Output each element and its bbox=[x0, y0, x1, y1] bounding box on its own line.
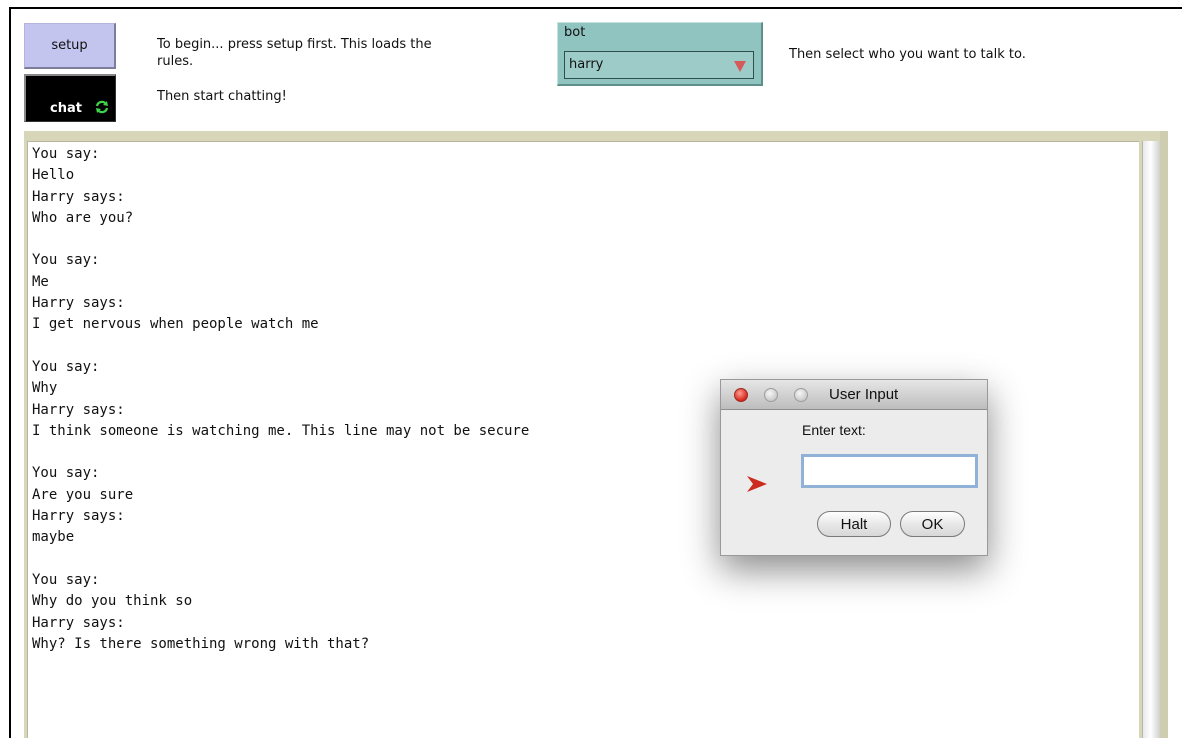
user-input-dialog: User Input Enter text: Halt OK bbox=[720, 379, 988, 556]
setup-instructions: To begin... press setup first. This load… bbox=[157, 37, 432, 69]
transcript-line: I think someone is watching me. This lin… bbox=[32, 422, 530, 439]
transcript-line: You say: bbox=[32, 465, 100, 482]
zoom-icon bbox=[794, 388, 808, 402]
dialog-title: User Input bbox=[829, 386, 899, 403]
transcript-blank-line bbox=[32, 336, 529, 357]
chat-transcript: You say: Hello Harry says: Who are you? You… bbox=[32, 144, 529, 655]
chat-output-panel: You say: Hello Harry says: Who are you? You… bbox=[24, 131, 1168, 738]
transcript-line: Hello bbox=[32, 167, 75, 184]
text-input[interactable] bbox=[801, 454, 978, 488]
halt-button[interactable]: Halt bbox=[817, 511, 891, 537]
transcript-line: Harry says: bbox=[32, 188, 125, 205]
transcript-line: You say: bbox=[32, 571, 100, 588]
transcript-line: You say: bbox=[32, 252, 100, 269]
bot-select[interactable]: harry bbox=[564, 51, 754, 79]
transcript-line: Why do you think so bbox=[32, 593, 193, 610]
panel-edge bbox=[1160, 131, 1168, 738]
transcript-line: Who are you? bbox=[32, 209, 134, 226]
setup-button[interactable]: setup bbox=[24, 23, 116, 69]
transcript-blank-line bbox=[32, 229, 529, 250]
transcript-line: Harry says: bbox=[32, 295, 125, 312]
transcript-line: I get nervous when people watch me bbox=[32, 316, 319, 333]
pointer-arrow-icon bbox=[747, 476, 767, 492]
transcript-line: maybe bbox=[32, 529, 75, 546]
dropdown-arrow-icon bbox=[734, 61, 746, 72]
ok-button[interactable]: OK bbox=[900, 511, 965, 537]
vertical-scrollbar[interactable] bbox=[1142, 141, 1160, 738]
transcript-blank-line bbox=[32, 442, 529, 463]
forever-arrows-icon bbox=[95, 100, 109, 114]
dialog-prompt: Enter text: bbox=[802, 422, 866, 438]
close-icon[interactable] bbox=[734, 388, 748, 402]
transcript-line: Harry says: bbox=[32, 401, 125, 418]
bot-chooser-label: bot bbox=[564, 25, 586, 40]
chat-button-label: chat bbox=[50, 101, 82, 116]
transcript-line: Are you sure bbox=[32, 486, 134, 503]
dialog-titlebar[interactable]: User Input bbox=[721, 380, 987, 410]
chat-button[interactable]: chat bbox=[24, 74, 116, 122]
transcript-line: Why? Is there something wrong with that? bbox=[32, 635, 370, 652]
transcript-line: Me bbox=[32, 273, 49, 290]
transcript-line: You say: bbox=[32, 146, 100, 162]
chat-instructions: Then start chatting! bbox=[157, 89, 287, 104]
bot-chooser: bot harry bbox=[557, 22, 763, 86]
bot-select-value: harry bbox=[569, 57, 604, 72]
transcript-line: You say: bbox=[32, 358, 100, 375]
transcript-line: Harry says: bbox=[32, 614, 125, 631]
transcript-blank-line bbox=[32, 549, 529, 570]
minimize-icon bbox=[764, 388, 778, 402]
transcript-line: Harry says: bbox=[32, 508, 125, 525]
chooser-instructions: Then select who you want to talk to. bbox=[789, 47, 1026, 62]
transcript-line: Why bbox=[32, 380, 58, 397]
